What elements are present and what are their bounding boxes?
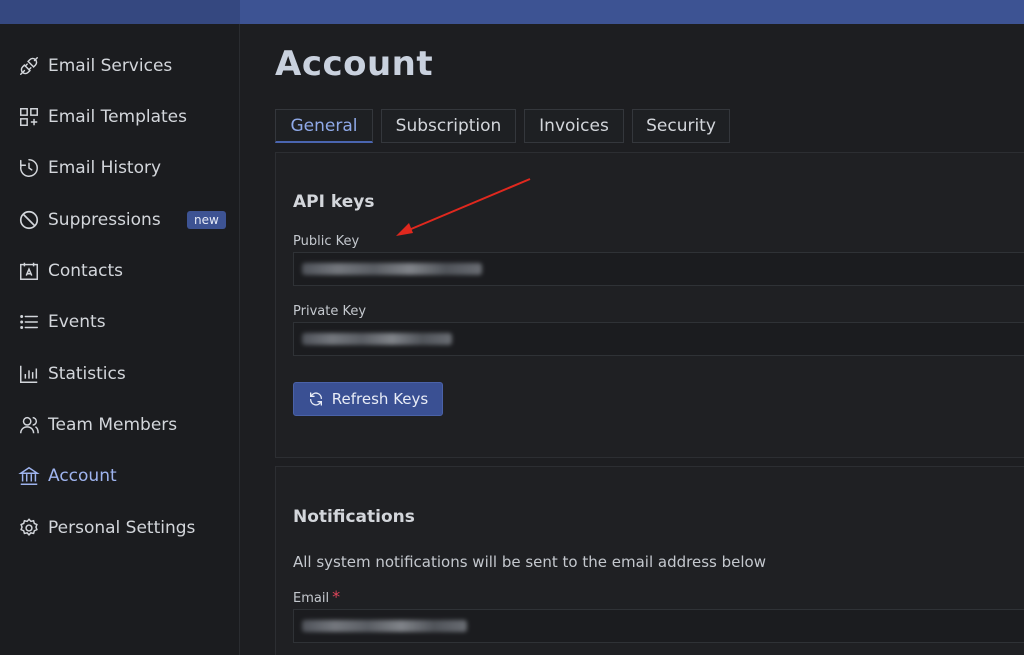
api-keys-title: API keys [293, 192, 375, 212]
redacted-value [302, 620, 467, 632]
brand-area [0, 0, 240, 24]
gear-icon [18, 517, 40, 539]
top-header-bar [0, 0, 1024, 24]
sidebar-item-label: Email Templates [48, 107, 187, 127]
sidebar-item-contacts[interactable]: Contacts [0, 251, 240, 291]
tab-general[interactable]: General [275, 109, 373, 143]
team-icon [18, 414, 40, 436]
sidebar-item-label: Team Members [48, 415, 178, 435]
sidebar-item-suppressions[interactable]: Suppressions new [0, 200, 240, 240]
refresh-keys-button[interactable]: Refresh Keys [293, 382, 443, 416]
tab-security[interactable]: Security [632, 109, 730, 143]
sidebar-item-label: Contacts [48, 261, 123, 281]
sidebar-item-label: Account [48, 466, 117, 486]
ban-icon [18, 209, 40, 231]
history-icon [18, 157, 40, 179]
refresh-icon [309, 392, 322, 406]
contacts-icon [18, 260, 40, 282]
private-key-label: Private Key [293, 304, 367, 319]
sidebar-item-events[interactable]: Events [0, 302, 240, 342]
tab-invoices[interactable]: Invoices [524, 109, 624, 143]
redacted-value [302, 263, 482, 275]
tab-subscription[interactable]: Subscription [381, 109, 516, 143]
refresh-keys-label: Refresh Keys [331, 390, 429, 408]
sidebar-item-email-templates[interactable]: Email Templates [0, 97, 240, 137]
notifications-card: Notifications All system notifications w… [275, 466, 1024, 655]
chart-icon [18, 363, 40, 385]
templates-icon [18, 106, 40, 128]
sidebar-item-label: Statistics [48, 364, 126, 384]
list-icon [18, 311, 40, 333]
sidebar-item-statistics[interactable]: Statistics [0, 354, 240, 394]
sidebar-item-personal-settings[interactable]: Personal Settings [0, 508, 240, 548]
page-title: Account [275, 44, 434, 84]
sidebar: Email Services Email Templates Email His… [0, 24, 240, 655]
email-label: Email * [293, 587, 340, 606]
sidebar-item-email-services[interactable]: Email Services [0, 46, 240, 86]
notifications-description: All system notifications will be sent to… [293, 553, 766, 571]
api-keys-card: API keys Public Key Private Key Refresh … [275, 152, 1024, 458]
email-field[interactable] [293, 609, 1024, 643]
sidebar-item-label: Email History [48, 158, 162, 178]
sidebar-item-label: Suppressions [48, 210, 161, 230]
email-label-text: Email [293, 591, 330, 606]
sidebar-item-label: Events [48, 312, 106, 332]
notifications-title: Notifications [293, 507, 415, 527]
sidebar-item-label: Personal Settings [48, 518, 196, 538]
bank-icon [18, 465, 40, 487]
public-key-label: Public Key [293, 234, 360, 249]
new-badge: new [187, 211, 226, 229]
main-content: Account General Subscription Invoices Se… [241, 24, 1024, 655]
plug-icon [18, 55, 40, 77]
required-mark: * [332, 587, 341, 606]
private-key-field[interactable] [293, 322, 1024, 356]
public-key-field[interactable] [293, 252, 1024, 286]
sidebar-item-label: Email Services [48, 56, 173, 76]
sidebar-item-account[interactable]: Account [0, 456, 240, 496]
sidebar-item-team-members[interactable]: Team Members [0, 405, 240, 445]
redacted-value [302, 333, 452, 345]
sidebar-item-email-history[interactable]: Email History [0, 148, 240, 188]
